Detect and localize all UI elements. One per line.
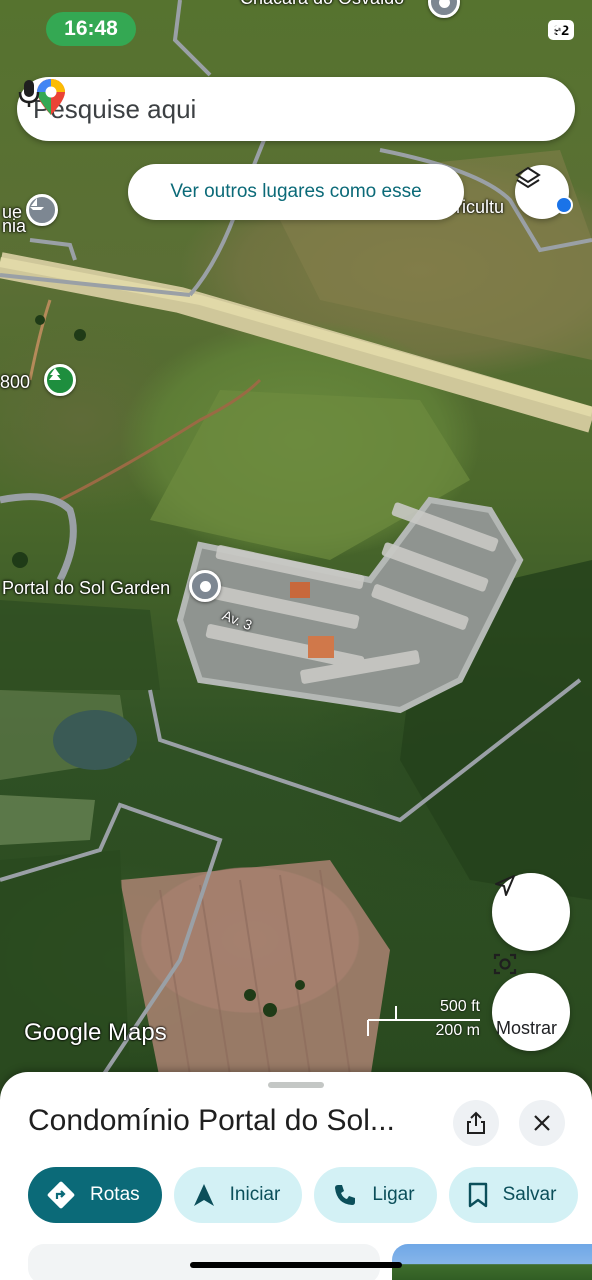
status-icons: 92 [548,20,574,40]
call-button[interactable]: Ligar [314,1167,437,1223]
portal-do-sol-pin-icon[interactable] [189,570,221,602]
place-title: Condomínio Portal do Sol... [28,1104,395,1137]
map-scale: 500 ft 200 m [366,998,482,1042]
wifi-icon [548,20,571,36]
directions-label: Rotas [90,1184,140,1205]
home-indicator[interactable] [190,1262,402,1268]
start-label: Iniciar [229,1184,281,1205]
map-label-left-2: nia [2,216,27,236]
map-label-portal-do-sol[interactable]: Portal do Sol Garden [2,578,170,599]
phone-icon [335,1185,356,1205]
close-icon [534,1115,550,1131]
navigation-arrow-icon [193,1184,214,1206]
navigation-arrow-icon [495,875,515,896]
place-bottom-sheet[interactable]: Condomínio Portal do Sol... Rotas Inicia… [0,1072,592,1280]
place-photo[interactable] [392,1244,592,1280]
microphone-icon[interactable] [17,77,41,109]
layers-icon [515,166,541,189]
share-icon [467,1111,485,1134]
show-label[interactable]: Mostrar [496,1018,557,1039]
search-bar[interactable]: Pesquise aqui [17,77,575,141]
share-button[interactable] [453,1100,499,1146]
my-location-button[interactable] [492,873,570,951]
camera-lens-icon [493,953,517,975]
map-view[interactable]: 16:48 92 Chacara do Osvaldo ue nia oricu… [0,0,592,1080]
call-label: Ligar [372,1184,415,1205]
action-chips-row: Rotas Iniciar Ligar Salvar [28,1167,579,1223]
map-label-chacara[interactable]: Chacara do Osvaldo [240,0,404,9]
location-badge-icon [555,196,573,214]
status-time: 16:48 [46,12,136,46]
park-pin-icon[interactable] [44,364,76,396]
close-button[interactable] [519,1100,565,1146]
save-label: Salvar [502,1184,557,1205]
directions-icon [47,1181,75,1209]
start-button[interactable]: Iniciar [173,1167,303,1223]
search-input[interactable]: Pesquise aqui [33,94,575,125]
directions-button[interactable]: Rotas [28,1167,162,1223]
google-maps-watermark: Google Maps [24,1019,167,1046]
save-button[interactable]: Salvar [448,1167,579,1223]
sheet-drag-handle[interactable] [268,1082,324,1088]
map-label-800: 800 [0,372,31,392]
boat-pin-icon[interactable] [26,194,58,226]
bookmark-icon [468,1182,487,1208]
lens-button[interactable] [492,953,570,1051]
see-similar-places-chip[interactable]: Ver outros lugares como esse [128,164,464,220]
